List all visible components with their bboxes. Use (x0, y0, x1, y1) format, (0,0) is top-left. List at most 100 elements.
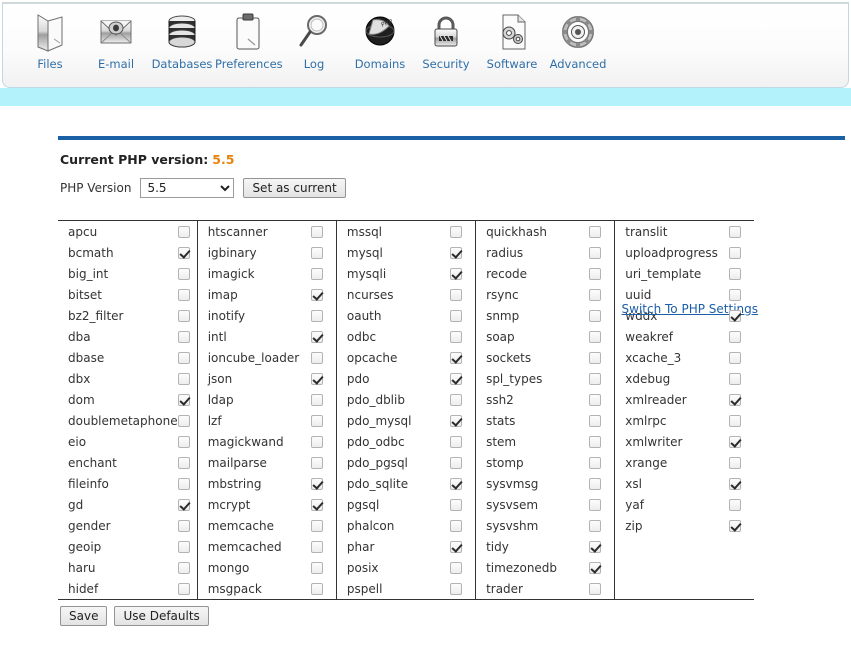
extension-checkbox-bitset[interactable] (178, 289, 191, 301)
extension-checkbox-gd[interactable] (178, 499, 191, 511)
extension-checkbox-ssh2[interactable] (589, 394, 602, 406)
extension-checkbox-sockets[interactable] (589, 352, 602, 364)
use-defaults-button[interactable]: Use Defaults (114, 606, 209, 626)
extension-checkbox-pdo_dblib[interactable] (450, 394, 463, 406)
extension-checkbox-uploadprogress[interactable] (729, 247, 741, 259)
extension-checkbox-haru[interactable] (178, 562, 191, 574)
extension-checkbox-mbstring[interactable] (310, 478, 323, 490)
extension-checkbox-ldap[interactable] (310, 394, 323, 406)
extension-checkbox-quickhash[interactable] (589, 226, 602, 238)
extension-checkbox-wddx[interactable] (729, 310, 741, 322)
extension-checkbox-recode[interactable] (589, 268, 602, 280)
extension-checkbox-spl_types[interactable] (589, 373, 602, 385)
nav-item-preferences[interactable]: Preferences (215, 8, 283, 71)
extension-checkbox-memcached[interactable] (310, 541, 323, 553)
extension-checkbox-gender[interactable] (178, 520, 191, 532)
nav-item-domains[interactable]: PHP Domains (347, 8, 413, 71)
extension-checkbox-stomp[interactable] (589, 457, 602, 469)
extension-checkbox-oauth[interactable] (450, 310, 463, 322)
extension-checkbox-htscanner[interactable] (310, 226, 323, 238)
extension-checkbox-doublemetaphone[interactable] (178, 415, 191, 427)
nav-item-log[interactable]: Log (281, 8, 347, 71)
extension-checkbox-imap[interactable] (310, 289, 323, 301)
extension-checkbox-xsl[interactable] (729, 478, 741, 490)
extension-checkbox-mysqli[interactable] (450, 268, 463, 280)
extension-checkbox-bcmath[interactable] (178, 247, 191, 259)
extension-checkbox-pspell[interactable] (450, 583, 463, 595)
extension-checkbox-mcrypt[interactable] (310, 499, 323, 511)
extension-checkbox-xcache_3[interactable] (729, 352, 741, 364)
extension-checkbox-mssql[interactable] (450, 226, 463, 238)
php-version-select[interactable]: 5.5 (140, 178, 235, 198)
extension-checkbox-radius[interactable] (589, 247, 602, 259)
extension-checkbox-mongo[interactable] (310, 562, 323, 574)
save-button[interactable]: Save (60, 606, 108, 626)
extension-checkbox-json[interactable] (310, 373, 323, 385)
extension-checkbox-xmlreader[interactable] (729, 394, 741, 406)
nav-item-security[interactable]: Security (413, 8, 479, 71)
extension-checkbox-translit[interactable] (729, 226, 741, 238)
extension-checkbox-xdebug[interactable] (729, 373, 741, 385)
extension-checkbox-sysvshm[interactable] (589, 520, 602, 532)
extension-checkbox-rsync[interactable] (589, 289, 602, 301)
extension-checkbox-pdo[interactable] (450, 373, 463, 385)
extension-checkbox-soap[interactable] (589, 331, 602, 343)
nav-item-databases[interactable]: Databases (149, 8, 215, 71)
extension-checkbox-pdo_pgsql[interactable] (450, 457, 463, 469)
nav-item-advanced[interactable]: Advanced (545, 8, 611, 71)
extension-checkbox-big_int[interactable] (178, 268, 191, 280)
extension-checkbox-zip[interactable] (729, 520, 741, 532)
extension-checkbox-igbinary[interactable] (310, 247, 323, 259)
set-as-current-button[interactable]: Set as current (243, 178, 346, 198)
extension-checkbox-xrange[interactable] (729, 457, 741, 469)
nav-item-e-mail[interactable]: E-mail (83, 8, 149, 71)
extension-checkbox-enchant[interactable] (178, 457, 191, 469)
extension-checkbox-apcu[interactable] (178, 226, 191, 238)
extension-checkbox-pgsql[interactable] (450, 499, 463, 511)
extension-checkbox-dba[interactable] (178, 331, 191, 343)
extension-checkbox-intl[interactable] (310, 331, 323, 343)
extension-checkbox-posix[interactable] (450, 562, 463, 574)
extension-checkbox-mysql[interactable] (450, 247, 463, 259)
extension-checkbox-timezonedb[interactable] (589, 562, 602, 574)
extension-checkbox-dbase[interactable] (178, 352, 191, 364)
extension-checkbox-magickwand[interactable] (310, 436, 323, 448)
extension-checkbox-snmp[interactable] (589, 310, 602, 322)
extension-checkbox-trader[interactable] (589, 583, 602, 595)
extension-checkbox-sysvsem[interactable] (589, 499, 602, 511)
nav-item-software[interactable]: Software (479, 8, 545, 71)
extension-checkbox-geoip[interactable] (178, 541, 191, 553)
extension-checkbox-phalcon[interactable] (450, 520, 463, 532)
extension-checkbox-imagick[interactable] (310, 268, 323, 280)
extension-checkbox-xmlwriter[interactable] (729, 436, 741, 448)
extension-checkbox-pdo_mysql[interactable] (450, 415, 463, 427)
extension-checkbox-stats[interactable] (589, 415, 602, 427)
extension-checkbox-pdo_sqlite[interactable] (450, 478, 463, 490)
extension-checkbox-yaf[interactable] (729, 499, 741, 511)
nav-item-files[interactable]: Files (17, 8, 83, 71)
extension-checkbox-memcache[interactable] (310, 520, 323, 532)
extension-checkbox-uuid[interactable] (729, 289, 741, 301)
extension-checkbox-ncurses[interactable] (450, 289, 463, 301)
extension-checkbox-hidef[interactable] (178, 583, 191, 595)
extension-checkbox-mailparse[interactable] (310, 457, 323, 469)
extension-checkbox-stem[interactable] (589, 436, 602, 448)
extension-checkbox-sysvmsg[interactable] (589, 478, 602, 490)
extension-checkbox-dom[interactable] (178, 394, 191, 406)
extension-checkbox-msgpack[interactable] (310, 583, 323, 595)
extension-checkbox-pdo_odbc[interactable] (450, 436, 463, 448)
extension-checkbox-eio[interactable] (178, 436, 191, 448)
extension-checkbox-phar[interactable] (450, 541, 463, 553)
extension-checkbox-xmlrpc[interactable] (729, 415, 741, 427)
extension-checkbox-odbc[interactable] (450, 331, 463, 343)
extension-checkbox-inotify[interactable] (310, 310, 323, 322)
extension-checkbox-tidy[interactable] (589, 541, 602, 553)
extension-checkbox-ioncube_loader[interactable] (310, 352, 323, 364)
extension-checkbox-lzf[interactable] (310, 415, 323, 427)
extension-checkbox-opcache[interactable] (450, 352, 463, 364)
extension-checkbox-uri_template[interactable] (729, 268, 741, 280)
extension-checkbox-bz2_filter[interactable] (178, 310, 191, 322)
extension-checkbox-weakref[interactable] (729, 331, 741, 343)
extension-checkbox-fileinfo[interactable] (178, 478, 191, 490)
extension-checkbox-dbx[interactable] (178, 373, 191, 385)
